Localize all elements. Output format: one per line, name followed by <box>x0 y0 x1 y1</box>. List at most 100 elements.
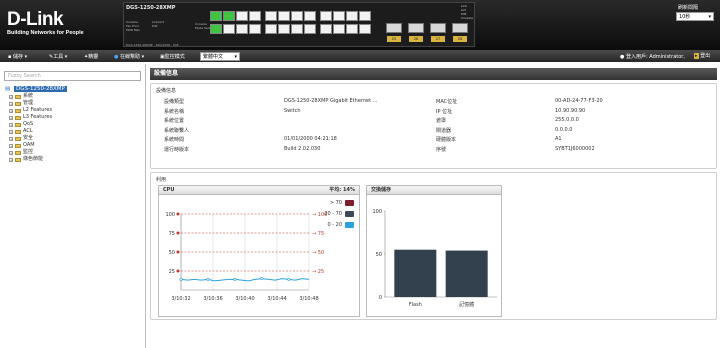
info-label: 硬體版本 <box>436 137 457 143</box>
sidebar-item-l2-features[interactable]: + L2 Features <box>4 107 67 114</box>
port[interactable] <box>320 24 332 34</box>
wizard-button[interactable]: ✦精靈 <box>84 53 98 60</box>
logout-icon: ▸ <box>694 53 699 59</box>
cpu-chart: 3/10:32 3/10:36 3/10:40 3/10:44 3/10:48 25 50 7… <box>165 200 354 302</box>
info-value: 255.0.0.0 <box>555 117 579 123</box>
tree-root-device[interactable]: ▤ DGS-1250-28XMP <box>4 85 67 93</box>
y-tick-label: 100 <box>372 209 382 215</box>
tools-menu[interactable]: ✎工具 ▾ <box>49 53 67 60</box>
port[interactable] <box>304 11 316 21</box>
x-tick-label: 3/10:36 <box>203 296 222 302</box>
info-label: 系統名稱 <box>164 108 185 115</box>
switch-front-panel[interactable]: DGS-1250-28XMP Console Fan Error PWR Max… <box>123 2 475 47</box>
expand-icon[interactable]: + <box>9 101 13 106</box>
folder-icon <box>15 150 21 155</box>
port[interactable] <box>210 24 222 34</box>
info-label: 系統位置 <box>164 118 185 124</box>
sidebar-item-label: 系統 <box>23 93 34 99</box>
sfp-port[interactable] <box>386 23 402 33</box>
expand-icon[interactable]: + <box>9 94 13 99</box>
save-menu[interactable]: ▪ 儲存 ▾ <box>8 53 27 60</box>
info-value: SYBT1J6000002 <box>555 145 595 152</box>
folder-icon <box>15 108 21 113</box>
toolbar: ▪ 儲存 ▾ ✎工具 ▾ ✦精靈 ● 在線幫助 ▾ ▣監控模式 繁體中文 ▾ ●… <box>0 50 720 62</box>
sidebar-item-security[interactable]: + 安全 <box>4 135 67 142</box>
legend-swatch <box>345 211 354 217</box>
language-select[interactable]: 繁體中文 ▾ <box>200 52 240 61</box>
threshold-label: → 25 <box>312 269 324 275</box>
sidebar-item-green[interactable]: + 綠色節能 <box>4 156 67 163</box>
port[interactable] <box>320 11 332 21</box>
port-group-3 <box>320 11 371 34</box>
port[interactable] <box>223 24 235 34</box>
expand-icon[interactable]: + <box>9 129 13 134</box>
sidebar-item-acl[interactable]: + ACL <box>4 128 67 135</box>
logout-button[interactable]: ▸ 登出 <box>694 52 710 59</box>
save-label: 儲存 <box>12 54 23 60</box>
port[interactable] <box>249 11 261 21</box>
sidebar-item-management[interactable]: + 管理 <box>4 100 67 107</box>
port[interactable] <box>304 24 316 34</box>
port[interactable] <box>346 24 358 34</box>
port[interactable] <box>265 11 277 21</box>
expand-icon[interactable]: + <box>9 136 13 141</box>
wizard-label: 精靈 <box>88 54 99 60</box>
cpu-point <box>233 277 237 281</box>
port[interactable] <box>291 24 303 34</box>
folder-icon <box>15 101 21 106</box>
port[interactable] <box>346 11 358 21</box>
sidebar-item-system[interactable]: + 系統 <box>4 93 67 100</box>
expand-icon[interactable]: + <box>9 143 13 148</box>
port[interactable] <box>291 11 303 21</box>
port[interactable] <box>249 24 261 34</box>
sfp-port[interactable] <box>452 23 468 33</box>
chevron-down-icon: ▾ <box>708 14 711 20</box>
port[interactable] <box>236 11 248 21</box>
port[interactable] <box>265 24 277 34</box>
info-label: 序號 <box>436 146 447 153</box>
port[interactable] <box>359 24 371 34</box>
sidebar-item-monitor[interactable]: + 監控 <box>4 149 67 156</box>
threshold-marker <box>176 269 180 273</box>
legend-swatch <box>345 200 354 206</box>
memory-chart-card: 交換儲存 0 50 100 Flash 記憶體 <box>366 185 502 317</box>
online-help-label: 在線幫助 <box>119 54 140 60</box>
sidebar-item-qos[interactable]: + QoS <box>4 121 67 128</box>
expand-icon[interactable]: + <box>9 122 13 127</box>
port[interactable] <box>278 24 290 34</box>
monitor-mode-button[interactable]: ▣監控模式 <box>160 53 185 60</box>
user-label: 登入用戶: Administrator, <box>625 54 685 60</box>
online-help-menu[interactable]: ● 在線幫助 ▾ <box>114 53 144 60</box>
port[interactable] <box>210 11 222 21</box>
port[interactable] <box>236 24 248 34</box>
info-label: 遮罩 <box>436 118 447 124</box>
status-leds-left: Console Fan Error PWR Max <box>126 20 140 32</box>
info-value: 0.0.0.0 <box>555 126 573 133</box>
sidebar-item-label: L3 Features <box>23 114 53 120</box>
y-tick-label: 25 <box>169 269 175 275</box>
search-input[interactable]: Fuzzy Search <box>4 71 141 81</box>
sfp-number: 25 <box>387 36 401 42</box>
device-info-title: 設備信息 <box>156 88 177 94</box>
port[interactable] <box>278 11 290 21</box>
sfp-port[interactable] <box>430 23 446 33</box>
folder-icon <box>15 122 21 127</box>
port[interactable] <box>333 11 345 21</box>
sidebar-item-l3-features[interactable]: + L3 Features <box>4 114 67 121</box>
x-tick-label: Flash <box>409 302 422 308</box>
port[interactable] <box>223 11 235 21</box>
expand-icon[interactable]: + <box>9 108 13 113</box>
expand-icon[interactable]: + <box>9 157 13 162</box>
y-tick-label: 100 <box>165 212 175 218</box>
port[interactable] <box>359 11 371 21</box>
expand-icon[interactable]: + <box>9 150 13 155</box>
refresh-interval-select[interactable]: 10秒 ▾ <box>676 12 714 21</box>
sfp-port[interactable] <box>408 23 424 33</box>
switch-model: DGS-1250-28XMP <box>126 5 176 11</box>
info-label: IP 位址 <box>436 108 453 115</box>
chevron-down-icon: ▾ <box>234 54 237 60</box>
brand-tagline: Building Networks for People <box>7 30 84 36</box>
expand-icon[interactable]: + <box>9 115 13 120</box>
sidebar-item-oam[interactable]: + OAM <box>4 142 67 149</box>
port[interactable] <box>333 24 345 34</box>
